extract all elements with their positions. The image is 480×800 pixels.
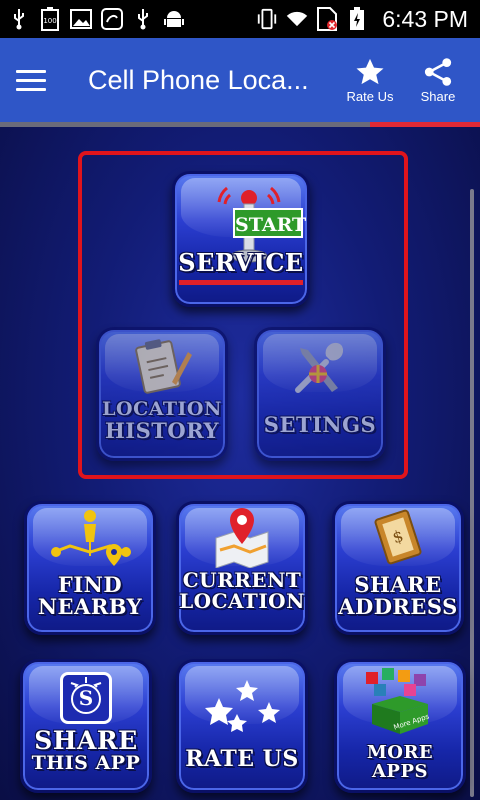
current-location-line2: LOCATION: [179, 589, 305, 613]
vibrate-icon: [256, 8, 278, 30]
battery-100-icon: 100: [39, 7, 61, 31]
share-app-icon: S: [60, 672, 112, 724]
sim-error-icon: [316, 7, 338, 31]
share-action[interactable]: Share: [408, 57, 468, 104]
status-bar: 100 6:43 PM: [0, 0, 480, 38]
find-nearby-button[interactable]: FIND NEARBY: [24, 501, 156, 635]
current-location-label: CURRENT LOCATION: [179, 570, 305, 612]
share-icon: [424, 57, 452, 86]
wifi-icon: [286, 8, 308, 30]
rate-us-button[interactable]: RATE US: [176, 659, 308, 793]
rate-us-tile-label: RATE US: [185, 746, 299, 772]
service-underline: [179, 280, 303, 285]
share-this-app-button[interactable]: S SHARE THIS APP: [20, 659, 152, 793]
find-nearby-line1: FIND: [57, 572, 123, 597]
android-icon: [163, 8, 185, 30]
scrollbar[interactable]: [470, 189, 474, 797]
main-menu: START SERVICE LOCATION HISTORY SETINGS F…: [0, 127, 480, 800]
battery-charging-icon: [346, 7, 368, 30]
star-icon: [356, 58, 384, 84]
app-box-icon: More Apps: [366, 668, 430, 734]
image-icon: [70, 8, 92, 30]
nearby-people-icon: [51, 510, 131, 566]
usb-icon: [8, 8, 30, 30]
map-pin-icon: [215, 508, 269, 568]
share-this-app-label: SHARE THIS APP: [23, 726, 149, 775]
svg-text:100: 100: [43, 17, 56, 25]
stars-icon: [205, 680, 280, 732]
find-nearby-line2: NEARBY: [37, 594, 143, 620]
location-history-button[interactable]: LOCATION HISTORY: [96, 327, 228, 461]
address-book-icon: $: [374, 509, 422, 565]
more-apps-button[interactable]: More Apps MORE APPS: [334, 659, 466, 793]
more-apps-label: MORE APPS: [366, 742, 434, 782]
share-address-label: SHARE ADDRESS: [335, 572, 461, 620]
share-app-letter: S: [78, 686, 94, 710]
share-this-app-line1: SHARE: [34, 726, 138, 755]
start-badge: START: [233, 208, 306, 238]
location-history-line1: LOCATION: [102, 398, 222, 420]
start-service-button[interactable]: START SERVICE: [172, 171, 310, 307]
clipboard-icon: [135, 339, 192, 394]
share-address-line1: SHARE: [354, 572, 442, 597]
usb-debug-icon: [132, 8, 154, 30]
current-location-line1: CURRENT: [182, 568, 302, 592]
share-address-line2: ADDRESS: [338, 594, 458, 620]
current-location-button[interactable]: CURRENT LOCATION: [176, 501, 308, 635]
app-title: Cell Phone Loca...: [88, 64, 309, 95]
app-notification-icon: [101, 8, 123, 30]
service-label: SERVICE: [178, 248, 304, 277]
settings-button[interactable]: SETINGS: [254, 327, 386, 461]
rate-us-action[interactable]: Rate Us: [340, 57, 400, 104]
hamburger-menu-icon[interactable]: [16, 54, 68, 106]
settings-label: SETINGS: [263, 412, 377, 437]
tools-icon: [295, 342, 344, 393]
share-label: Share: [420, 88, 456, 104]
rate-us-label: Rate Us: [346, 88, 394, 104]
share-this-app-line2: THIS APP: [31, 752, 141, 775]
share-address-button[interactable]: $ SHARE ADDRESS: [332, 501, 464, 635]
location-history-label: LOCATION HISTORY: [99, 398, 225, 443]
app-bar: Cell Phone Loca... Rate Us Share: [0, 38, 480, 122]
location-history-line2: HISTORY: [104, 417, 220, 443]
find-nearby-label: FIND NEARBY: [27, 572, 153, 620]
clock: 6:43 PM: [382, 5, 468, 32]
